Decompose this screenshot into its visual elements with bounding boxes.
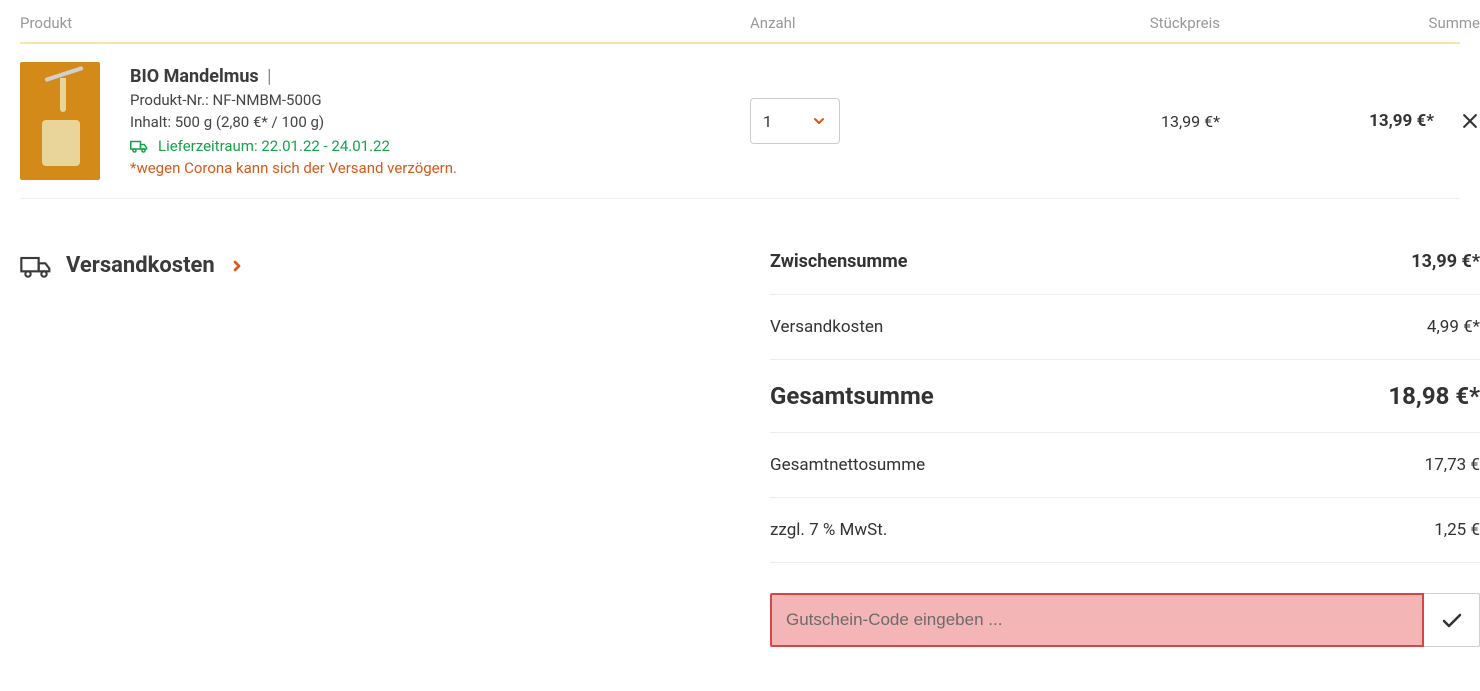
product-number: Produkt-Nr.: NF-NMBM-500G bbox=[130, 91, 738, 109]
coupon-code-input[interactable] bbox=[770, 593, 1424, 647]
truck-icon bbox=[20, 254, 52, 278]
header-unit-price: Stückpreis bbox=[920, 14, 1220, 32]
close-icon bbox=[1460, 111, 1480, 131]
order-summary: Zwischensumme 13,99 €* Versandkosten 4,9… bbox=[750, 229, 1480, 647]
net-total-label: Gesamtnettosumme bbox=[770, 455, 925, 475]
apply-coupon-button[interactable] bbox=[1424, 593, 1480, 647]
quantity-value: 1 bbox=[763, 112, 772, 131]
header-sum: Summe bbox=[1220, 14, 1480, 32]
total-value: 18,98 €* bbox=[1388, 382, 1480, 410]
subtotal-value: 13,99 €* bbox=[1411, 251, 1480, 272]
cart-table-header: Produkt Anzahl Stückpreis Summe bbox=[20, 0, 1460, 44]
delivery-time: Lieferzeitraum: 22.01.22 - 24.01.22 bbox=[158, 137, 390, 155]
shipping-costs-label: Versandkosten bbox=[66, 253, 215, 278]
shipping-label: Versandkosten bbox=[770, 317, 883, 337]
cart-item-row: BIO Mandelmus | Produkt-Nr.: NF-NMBM-500… bbox=[20, 44, 1460, 199]
shipping-costs-link[interactable]: Versandkosten bbox=[20, 253, 750, 278]
chevron-down-icon bbox=[811, 113, 827, 129]
quantity-select[interactable]: 1 bbox=[750, 98, 840, 144]
subtotal-label: Zwischensumme bbox=[770, 251, 907, 272]
total-label: Gesamtsumme bbox=[770, 382, 934, 410]
shipping-value: 4,99 €* bbox=[1427, 317, 1480, 337]
net-total-value: 17,73 € bbox=[1425, 455, 1480, 475]
unit-price: 13,99 €* bbox=[920, 112, 1220, 131]
truck-icon bbox=[130, 139, 148, 153]
header-quantity: Anzahl bbox=[750, 14, 920, 32]
vat-label: zzgl. 7 % MwSt. bbox=[770, 520, 887, 540]
product-title-separator: | bbox=[267, 66, 271, 87]
header-product: Produkt bbox=[20, 14, 750, 32]
shipping-note: *wegen Corona kann sich der Versand verz… bbox=[130, 159, 738, 177]
product-content: Inhalt: 500 g (2,80 €* / 100 g) bbox=[130, 113, 738, 131]
product-info: BIO Mandelmus | Produkt-Nr.: NF-NMBM-500… bbox=[130, 66, 750, 177]
remove-item-button[interactable] bbox=[1460, 111, 1480, 131]
chevron-right-icon bbox=[229, 258, 245, 274]
product-image[interactable] bbox=[20, 62, 100, 180]
line-sum: 13,99 €* bbox=[1369, 111, 1434, 131]
vat-value: 1,25 € bbox=[1434, 520, 1480, 540]
check-icon bbox=[1440, 608, 1464, 632]
product-title[interactable]: BIO Mandelmus bbox=[130, 66, 259, 87]
